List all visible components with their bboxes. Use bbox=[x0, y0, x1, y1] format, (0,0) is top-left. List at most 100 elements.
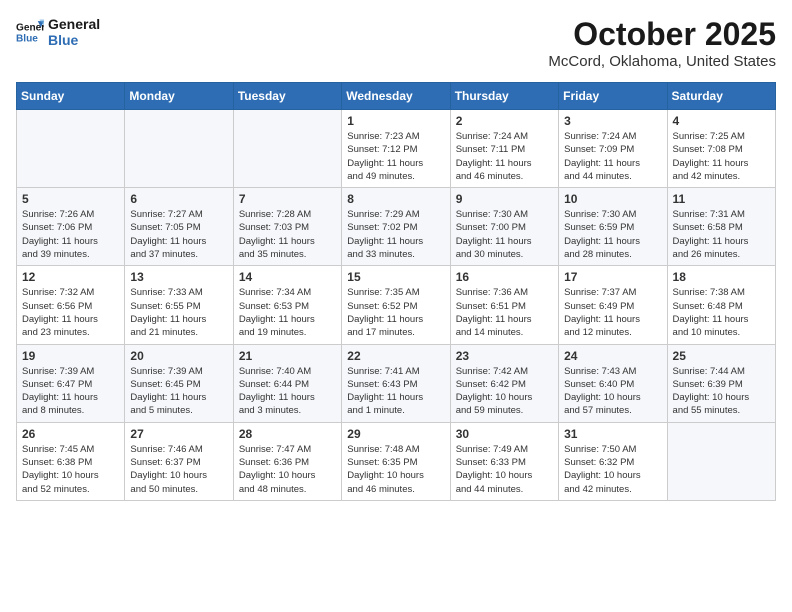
day-number: 26 bbox=[22, 427, 119, 441]
calendar-cell: 16 Sunrise: 7:36 AMSunset: 6:51 PMDayligh… bbox=[450, 266, 558, 344]
day-info: Sunrise: 7:32 AMSunset: 6:56 PMDaylight:… bbox=[22, 286, 119, 339]
calendar-cell bbox=[125, 110, 233, 188]
calendar-cell: 12 Sunrise: 7:32 AMSunset: 6:56 PMDayligh… bbox=[17, 266, 125, 344]
calendar-cell: 28 Sunrise: 7:47 AMSunset: 6:36 PMDayligh… bbox=[233, 422, 341, 500]
day-number: 28 bbox=[239, 427, 336, 441]
day-number: 20 bbox=[130, 349, 227, 363]
day-info: Sunrise: 7:24 AMSunset: 7:09 PMDaylight:… bbox=[564, 130, 661, 183]
day-info: Sunrise: 7:29 AMSunset: 7:02 PMDaylight:… bbox=[347, 208, 444, 261]
day-info: Sunrise: 7:45 AMSunset: 6:38 PMDaylight:… bbox=[22, 443, 119, 496]
calendar-week-row: 19 Sunrise: 7:39 AMSunset: 6:47 PMDayligh… bbox=[17, 344, 776, 422]
calendar-cell: 23 Sunrise: 7:42 AMSunset: 6:42 PMDayligh… bbox=[450, 344, 558, 422]
day-number: 8 bbox=[347, 192, 444, 206]
day-info: Sunrise: 7:30 AMSunset: 6:59 PMDaylight:… bbox=[564, 208, 661, 261]
day-info: Sunrise: 7:31 AMSunset: 6:58 PMDaylight:… bbox=[673, 208, 770, 261]
calendar-cell: 9Sunrise: 7:30 AMSunset: 7:00 PMDaylight… bbox=[450, 188, 558, 266]
calendar-cell: 22Sunrise: 7:41 AMSunset: 6:43 PMDayligh… bbox=[342, 344, 450, 422]
day-number: 17 bbox=[564, 270, 661, 284]
day-info: Sunrise: 7:27 AMSunset: 7:05 PMDaylight:… bbox=[130, 208, 227, 261]
calendar-cell: 5 Sunrise: 7:26 AMSunset: 7:06 PMDaylight… bbox=[17, 188, 125, 266]
logo-line2: Blue bbox=[48, 32, 100, 48]
day-info: Sunrise: 7:28 AMSunset: 7:03 PMDaylight:… bbox=[239, 208, 336, 261]
calendar-cell: 14 Sunrise: 7:34 AMSunset: 6:53 PMDayligh… bbox=[233, 266, 341, 344]
day-number: 30 bbox=[456, 427, 553, 441]
day-number: 16 bbox=[456, 270, 553, 284]
weekday-header: Sunday bbox=[17, 83, 125, 110]
calendar-cell: 26 Sunrise: 7:45 AMSunset: 6:38 PMDayligh… bbox=[17, 422, 125, 500]
svg-text:Blue: Blue bbox=[16, 33, 38, 44]
day-info: Sunrise: 7:47 AMSunset: 6:36 PMDaylight:… bbox=[239, 443, 336, 496]
day-number: 14 bbox=[239, 270, 336, 284]
calendar-cell: 1 Sunrise: 7:23 AMSunset: 7:12 PMDaylight… bbox=[342, 110, 450, 188]
day-number: 6 bbox=[130, 192, 227, 206]
day-info: Sunrise: 7:39 AMSunset: 6:47 PMDaylight:… bbox=[22, 365, 119, 418]
calendar-cell: 8 Sunrise: 7:29 AMSunset: 7:02 PMDaylight… bbox=[342, 188, 450, 266]
day-info: Sunrise: 7:23 AMSunset: 7:12 PMDaylight:… bbox=[347, 130, 444, 183]
calendar-cell: 19 Sunrise: 7:39 AMSunset: 6:47 PMDayligh… bbox=[17, 344, 125, 422]
day-info: Sunrise: 7:46 AMSunset: 6:37 PMDaylight:… bbox=[130, 443, 227, 496]
calendar-week-row: 5 Sunrise: 7:26 AMSunset: 7:06 PMDaylight… bbox=[17, 188, 776, 266]
day-info: Sunrise: 7:24 AMSunset: 7:11 PMDaylight:… bbox=[456, 130, 553, 183]
day-number: 21 bbox=[239, 349, 336, 363]
calendar-cell: 20 Sunrise: 7:39 AMSunset: 6:45 PMDayligh… bbox=[125, 344, 233, 422]
calendar-cell: 17 Sunrise: 7:37 AMSunset: 6:49 PMDayligh… bbox=[559, 266, 667, 344]
logo: General Blue General Blue bbox=[16, 16, 100, 48]
calendar-table: SundayMondayTuesdayWednesdayThursdayFrid… bbox=[16, 82, 776, 501]
day-number: 19 bbox=[22, 349, 119, 363]
day-number: 12 bbox=[22, 270, 119, 284]
day-number: 10 bbox=[564, 192, 661, 206]
calendar-cell: 18Sunrise: 7:38 AMSunset: 6:48 PMDayligh… bbox=[667, 266, 775, 344]
day-number: 22 bbox=[347, 349, 444, 363]
calendar-cell bbox=[667, 422, 775, 500]
day-info: Sunrise: 7:43 AMSunset: 6:40 PMDaylight:… bbox=[564, 365, 661, 418]
weekday-header: Thursday bbox=[450, 83, 558, 110]
day-number: 2 bbox=[456, 114, 553, 128]
day-number: 23 bbox=[456, 349, 553, 363]
day-info: Sunrise: 7:50 AMSunset: 6:32 PMDaylight:… bbox=[564, 443, 661, 496]
day-info: Sunrise: 7:36 AMSunset: 6:51 PMDaylight:… bbox=[456, 286, 553, 339]
calendar-cell: 27Sunrise: 7:46 AMSunset: 6:37 PMDayligh… bbox=[125, 422, 233, 500]
calendar-cell: 31 Sunrise: 7:50 AMSunset: 6:32 PMDayligh… bbox=[559, 422, 667, 500]
calendar-cell: 13 Sunrise: 7:33 AMSunset: 6:55 PMDayligh… bbox=[125, 266, 233, 344]
weekday-header: Tuesday bbox=[233, 83, 341, 110]
calendar-week-row: 1 Sunrise: 7:23 AMSunset: 7:12 PMDaylight… bbox=[17, 110, 776, 188]
day-number: 15 bbox=[347, 270, 444, 284]
day-number: 1 bbox=[347, 114, 444, 128]
day-number: 29 bbox=[347, 427, 444, 441]
weekday-header: Friday bbox=[559, 83, 667, 110]
calendar-cell: 3 Sunrise: 7:24 AMSunset: 7:09 PMDaylight… bbox=[559, 110, 667, 188]
month-title: October 2025 bbox=[548, 16, 776, 53]
day-info: Sunrise: 7:42 AMSunset: 6:42 PMDaylight:… bbox=[456, 365, 553, 418]
day-info: Sunrise: 7:37 AMSunset: 6:49 PMDaylight:… bbox=[564, 286, 661, 339]
day-number: 5 bbox=[22, 192, 119, 206]
day-info: Sunrise: 7:33 AMSunset: 6:55 PMDaylight:… bbox=[130, 286, 227, 339]
calendar-cell: 30Sunrise: 7:49 AMSunset: 6:33 PMDayligh… bbox=[450, 422, 558, 500]
location: McCord, Oklahoma, United States bbox=[548, 53, 776, 70]
day-number: 11 bbox=[673, 192, 770, 206]
weekday-header: Saturday bbox=[667, 83, 775, 110]
day-info: Sunrise: 7:39 AMSunset: 6:45 PMDaylight:… bbox=[130, 365, 227, 418]
day-number: 31 bbox=[564, 427, 661, 441]
calendar-cell: 15 Sunrise: 7:35 AMSunset: 6:52 PMDayligh… bbox=[342, 266, 450, 344]
day-info: Sunrise: 7:48 AMSunset: 6:35 PMDaylight:… bbox=[347, 443, 444, 496]
day-info: Sunrise: 7:26 AMSunset: 7:06 PMDaylight:… bbox=[22, 208, 119, 261]
day-number: 13 bbox=[130, 270, 227, 284]
day-number: 4 bbox=[673, 114, 770, 128]
calendar-cell: 25Sunrise: 7:44 AMSunset: 6:39 PMDayligh… bbox=[667, 344, 775, 422]
day-number: 3 bbox=[564, 114, 661, 128]
title-block: October 2025 McCord, Oklahoma, United St… bbox=[548, 16, 776, 70]
calendar-cell: 11 Sunrise: 7:31 AMSunset: 6:58 PMDayligh… bbox=[667, 188, 775, 266]
calendar-cell: 4Sunrise: 7:25 AMSunset: 7:08 PMDaylight… bbox=[667, 110, 775, 188]
logo-line1: General bbox=[48, 16, 100, 32]
day-info: Sunrise: 7:35 AMSunset: 6:52 PMDaylight:… bbox=[347, 286, 444, 339]
day-number: 25 bbox=[673, 349, 770, 363]
logo-icon: General Blue bbox=[16, 18, 44, 46]
calendar-cell: 2 Sunrise: 7:24 AMSunset: 7:11 PMDaylight… bbox=[450, 110, 558, 188]
calendar-cell bbox=[17, 110, 125, 188]
day-info: Sunrise: 7:40 AMSunset: 6:44 PMDaylight:… bbox=[239, 365, 336, 418]
calendar-cell: 7Sunrise: 7:28 AMSunset: 7:03 PMDaylight… bbox=[233, 188, 341, 266]
day-info: Sunrise: 7:34 AMSunset: 6:53 PMDaylight:… bbox=[239, 286, 336, 339]
calendar-week-row: 26 Sunrise: 7:45 AMSunset: 6:38 PMDayligh… bbox=[17, 422, 776, 500]
day-number: 9 bbox=[456, 192, 553, 206]
calendar-cell: 24Sunrise: 7:43 AMSunset: 6:40 PMDayligh… bbox=[559, 344, 667, 422]
